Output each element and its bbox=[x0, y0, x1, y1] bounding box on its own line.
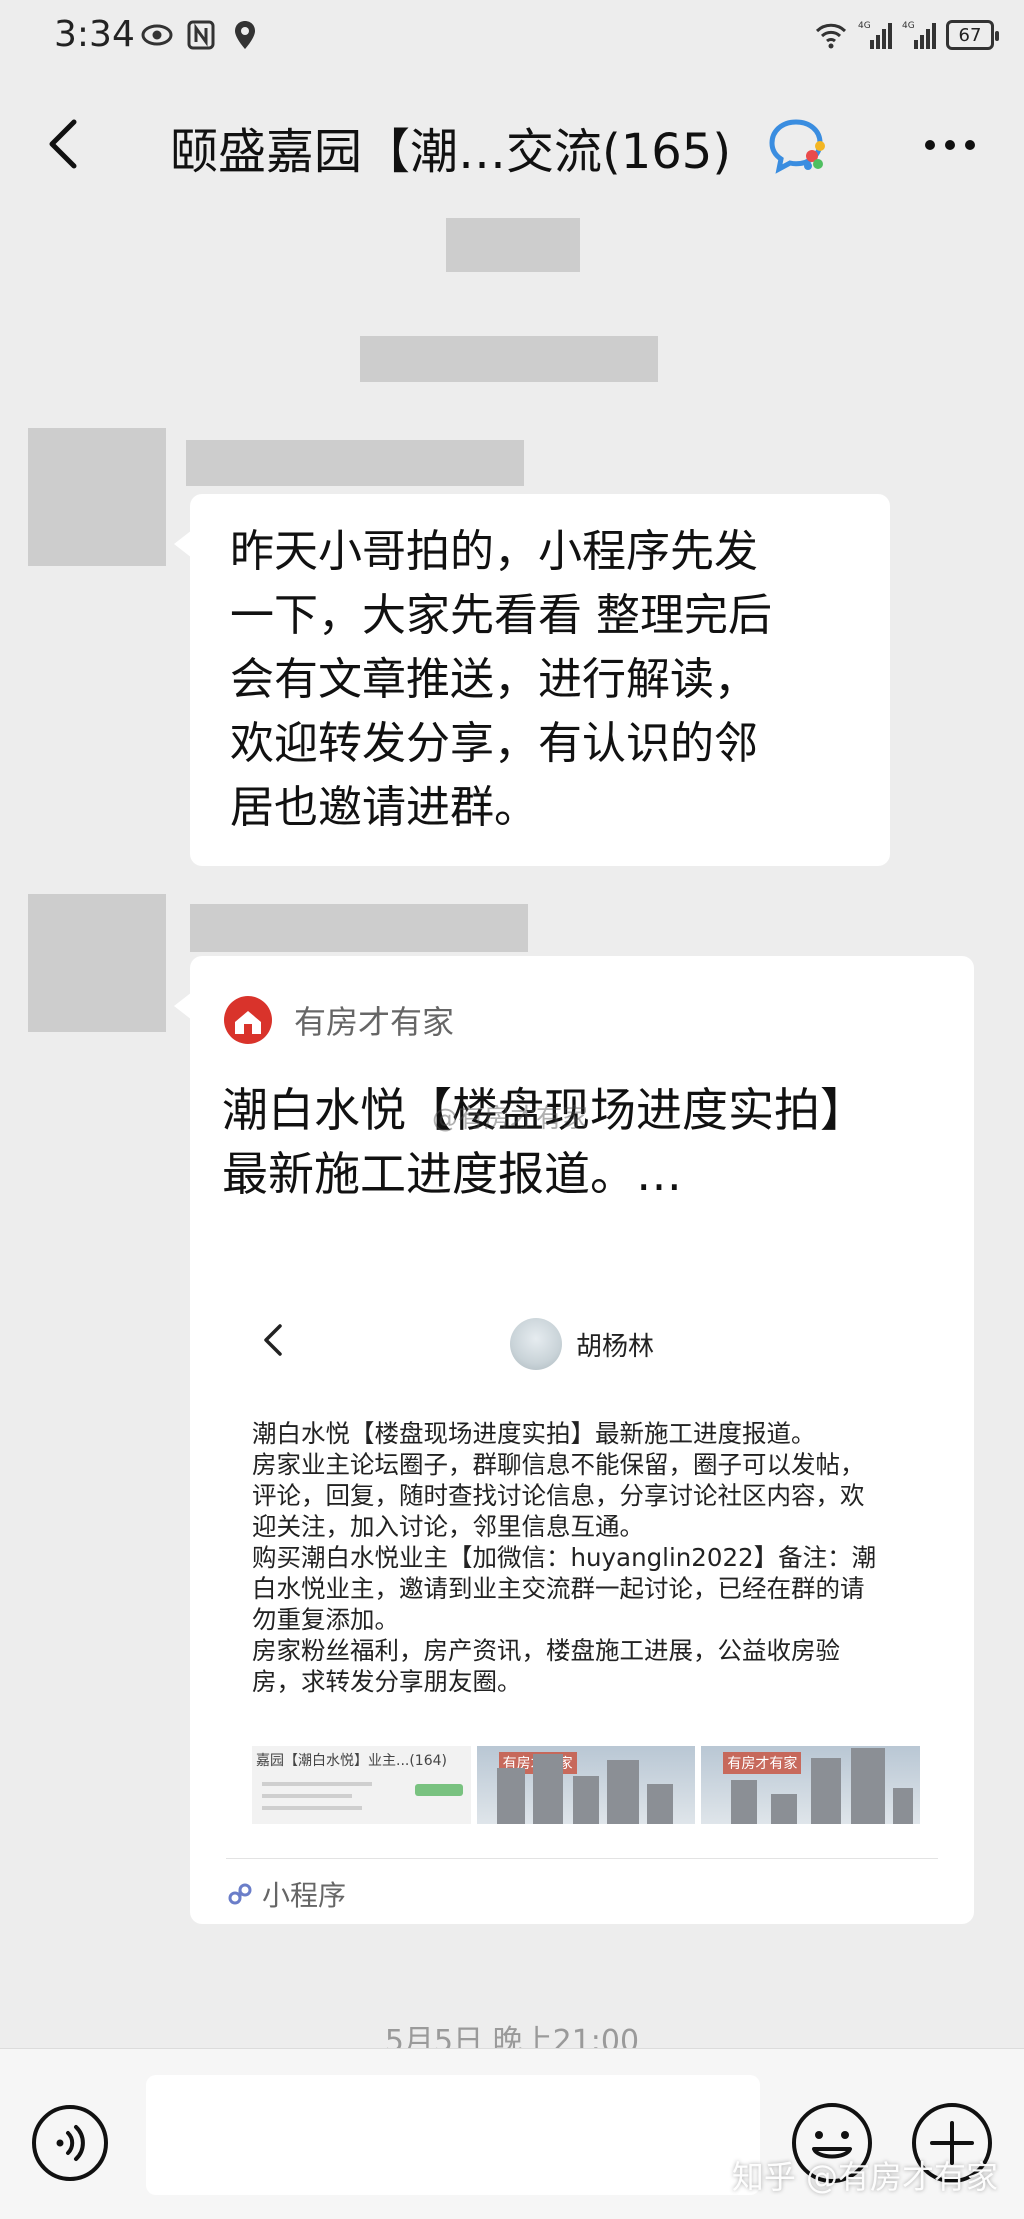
svg-text:4G: 4G bbox=[902, 21, 915, 31]
redacted-notice bbox=[446, 218, 580, 272]
thumbnail-chat: 嘉园【潮白水悦】业主...(164) bbox=[252, 1746, 471, 1824]
wifi-icon bbox=[815, 23, 847, 49]
author-name: 胡杨林 bbox=[576, 1332, 655, 1362]
status-icons-right: 4G 4G 67 bbox=[814, 18, 999, 52]
signal-4g-icon: 4G bbox=[902, 21, 936, 49]
building bbox=[572, 1776, 599, 1824]
building bbox=[646, 1784, 673, 1824]
more-icon[interactable] bbox=[920, 130, 980, 160]
mini-program-icon bbox=[228, 1883, 252, 1905]
signal-4g-icon: 4G bbox=[858, 21, 892, 49]
battery-level: 67 bbox=[958, 24, 982, 46]
message-line: 会有文章推送，进行解读， bbox=[230, 654, 758, 705]
source-logo-icon bbox=[224, 996, 272, 1044]
preview-line: 购买潮白水悦业主【加微信：huyanglin2022】备注：潮 bbox=[252, 1543, 877, 1572]
card-source: 有房才有家 bbox=[222, 994, 454, 1046]
chevron-left-icon[interactable] bbox=[36, 114, 96, 174]
message-line: 一下，大家先看看 整理完后 bbox=[230, 590, 772, 641]
status-time: 3:34 bbox=[54, 14, 135, 55]
author-avatar bbox=[510, 1318, 562, 1370]
thumbnail-line bbox=[262, 1794, 352, 1798]
thumbnail-line bbox=[262, 1806, 362, 1810]
thumbnail-line bbox=[262, 1782, 372, 1786]
building bbox=[731, 1780, 758, 1824]
chat-title[interactable]: 颐盛嘉园【潮…交流(165) bbox=[170, 112, 731, 182]
bubble-tail bbox=[174, 992, 192, 1020]
thumbnail-badge bbox=[414, 1784, 463, 1796]
sender-name bbox=[190, 904, 528, 952]
preview-line: 迎关注，加入讨论，邻里信息互通。 bbox=[252, 1512, 644, 1541]
message-line: 昨天小哥拍的，小程序先发 bbox=[230, 526, 758, 577]
svg-text:4G: 4G bbox=[858, 21, 871, 31]
thumbnail-tag: 有房才有家 bbox=[723, 1752, 802, 1774]
card-preview: 胡杨林 潮白水悦【楼盘现场进度实拍】最新施工进度报道。 房家业主论坛圈子，群聊信… bbox=[240, 1290, 940, 1824]
preview-line: 房家粉丝福利，房产资讯，楼盘施工进展，公益收房验 bbox=[252, 1636, 840, 1665]
building bbox=[606, 1760, 639, 1824]
avatar[interactable] bbox=[28, 894, 166, 1032]
nfc-icon bbox=[187, 20, 215, 50]
chevron-left-icon bbox=[264, 1324, 282, 1356]
status-bar: 3:34 4G 4G 67 bbox=[0, 0, 1024, 76]
zhihu-watermark: 知乎 @有房才有家 bbox=[731, 2158, 998, 2196]
redacted-notice bbox=[360, 336, 658, 382]
status-icons-left bbox=[140, 18, 262, 52]
building bbox=[496, 1768, 525, 1824]
preview-line: 勿重复添加。 bbox=[252, 1605, 399, 1634]
thumbnail-photo: 有房才有家 bbox=[701, 1746, 921, 1824]
sender-name bbox=[186, 440, 524, 486]
card-divider bbox=[226, 1858, 938, 1859]
source-name: 有房才有家 bbox=[294, 1003, 455, 1041]
thumbnail-title: 嘉园【潮白水悦】业主...(164) bbox=[256, 1753, 447, 1769]
preview-line: 房，求转发分享朋友圈。 bbox=[252, 1667, 522, 1696]
avatar[interactable] bbox=[28, 428, 166, 566]
voice-icon[interactable] bbox=[30, 2103, 110, 2183]
group-chat-badge-icon bbox=[769, 119, 825, 174]
message-line: 居也邀请进群。 bbox=[230, 782, 538, 833]
building bbox=[771, 1794, 798, 1824]
preview-thumbnails: 嘉园【潮白水悦】业主...(164) 有房才有家 有房才有家 bbox=[252, 1746, 921, 1824]
chat-header: 颐盛嘉园【潮…交流(165) bbox=[0, 76, 1024, 216]
eye-icon bbox=[141, 24, 173, 46]
preview-line: 房家业主论坛圈子，群聊信息不能保留，圈子可以发帖， bbox=[252, 1450, 865, 1479]
preview-text: 潮白水悦【楼盘现场进度实拍】最新施工进度报道。 房家业主论坛圈子，群聊信息不能保… bbox=[252, 1418, 932, 1697]
location-icon bbox=[235, 21, 255, 49]
building bbox=[811, 1758, 842, 1824]
battery-icon: 67 bbox=[946, 20, 999, 50]
preview-line: 白水悦业主，邀请到业主交流群一起讨论，已经在群的请 bbox=[252, 1574, 865, 1603]
message-text: 昨天小哥拍的，小程序先发 一下，大家先看看 整理完后 会有文章推送，进行解读， … bbox=[230, 520, 860, 840]
building bbox=[851, 1748, 886, 1824]
mini-program-label: 小程序 bbox=[262, 1879, 347, 1912]
inline-watermark: @有房才有家 bbox=[432, 1104, 589, 1134]
thumbnail-photo: 有房才有家 bbox=[476, 1746, 696, 1824]
building bbox=[893, 1788, 914, 1824]
bubble-tail bbox=[174, 530, 192, 558]
building bbox=[532, 1754, 563, 1824]
message-line: 欢迎转发分享，有认识的邻 bbox=[230, 718, 758, 769]
preview-line: 评论，回复，随时查找讨论信息，分享讨论社区内容，欢 bbox=[252, 1481, 865, 1510]
card-title-line: 最新施工进度报道。… bbox=[222, 1147, 682, 1201]
mini-program-footer: 小程序 bbox=[226, 1874, 346, 1914]
message-input[interactable] bbox=[146, 2075, 760, 2195]
preview-line: 潮白水悦【楼盘现场进度实拍】最新施工进度报道。 bbox=[252, 1419, 816, 1448]
